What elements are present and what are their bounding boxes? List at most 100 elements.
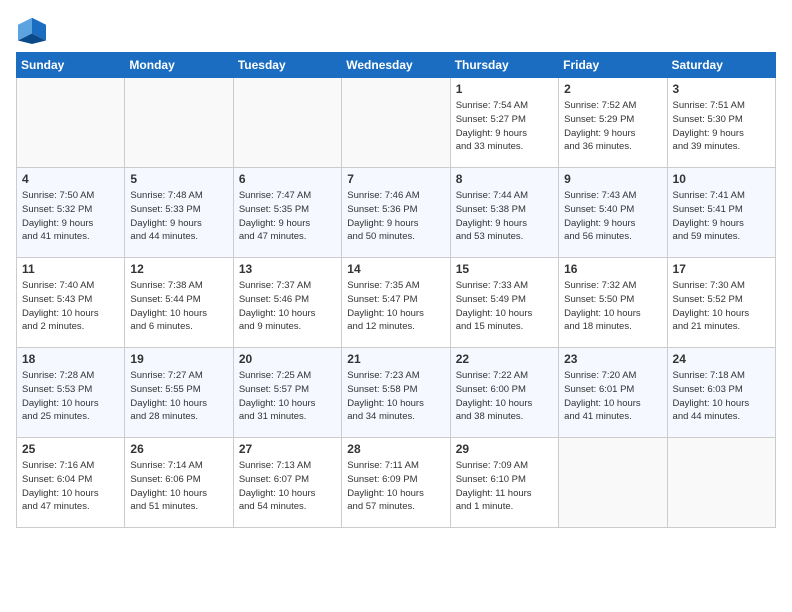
day-number: 12	[130, 262, 227, 276]
day-number: 13	[239, 262, 336, 276]
calendar-cell: 20 Sunrise: 7:25 AM Sunset: 5:57 PM Dayli…	[233, 348, 341, 438]
calendar-week-5: 25 Sunrise: 7:16 AM Sunset: 6:04 PM Dayli…	[17, 438, 776, 528]
day-number: 15	[456, 262, 553, 276]
calendar-cell: 6 Sunrise: 7:47 AM Sunset: 5:35 PM Daylig…	[233, 168, 341, 258]
calendar-cell: 25 Sunrise: 7:16 AM Sunset: 6:04 PM Dayli…	[17, 438, 125, 528]
day-number: 4	[22, 172, 119, 186]
calendar-cell: 19Sunrise: 7:27 AM Sunset: 5:55 PM Dayli…	[125, 348, 233, 438]
calendar-cell: 8 Sunrise: 7:44 AM Sunset: 5:38 PM Daylig…	[450, 168, 558, 258]
weekday-row: SundayMondayTuesdayWednesdayThursdayFrid…	[17, 53, 776, 78]
day-number: 2	[564, 82, 661, 96]
calendar-cell: 4 Sunrise: 7:50 AM Sunset: 5:32 PM Daylig…	[17, 168, 125, 258]
calendar-cell: 11 Sunrise: 7:40 AM Sunset: 5:43 PM Dayli…	[17, 258, 125, 348]
day-number: 7	[347, 172, 444, 186]
calendar-cell	[233, 78, 341, 168]
day-number: 1	[456, 82, 553, 96]
calendar-cell: 12 Sunrise: 7:38 AM Sunset: 5:44 PM Dayli…	[125, 258, 233, 348]
day-number: 9	[564, 172, 661, 186]
calendar-cell: 23 Sunrise: 7:20 AM Sunset: 6:01 PM Dayli…	[559, 348, 667, 438]
day-info: Sunrise: 7:44 AM Sunset: 5:38 PM Dayligh…	[456, 189, 553, 244]
day-number: 20	[239, 352, 336, 366]
day-number: 3	[673, 82, 770, 96]
day-number: 29	[456, 442, 553, 456]
calendar-cell: 3 Sunrise: 7:51 AM Sunset: 5:30 PM Daylig…	[667, 78, 775, 168]
calendar-cell: 2 Sunrise: 7:52 AM Sunset: 5:29 PM Daylig…	[559, 78, 667, 168]
day-info: Sunrise: 7:40 AM Sunset: 5:43 PM Dayligh…	[22, 279, 119, 334]
day-info: Sunrise: 7:37 AM Sunset: 5:46 PM Dayligh…	[239, 279, 336, 334]
calendar-week-3: 11 Sunrise: 7:40 AM Sunset: 5:43 PM Dayli…	[17, 258, 776, 348]
weekday-header-tuesday: Tuesday	[233, 53, 341, 78]
weekday-header-saturday: Saturday	[667, 53, 775, 78]
day-number: 26	[130, 442, 227, 456]
day-number: 21	[347, 352, 444, 366]
day-info: Sunrise: 7:33 AM Sunset: 5:49 PM Dayligh…	[456, 279, 553, 334]
calendar-cell	[342, 78, 450, 168]
calendar-cell: 14Sunrise: 7:35 AM Sunset: 5:47 PM Dayli…	[342, 258, 450, 348]
weekday-header-thursday: Thursday	[450, 53, 558, 78]
day-number: 16	[564, 262, 661, 276]
day-number: 25	[22, 442, 119, 456]
calendar-cell: 15 Sunrise: 7:33 AM Sunset: 5:49 PM Dayli…	[450, 258, 558, 348]
calendar-body: 1Sunrise: 7:54 AM Sunset: 5:27 PM Daylig…	[17, 78, 776, 528]
weekday-header-friday: Friday	[559, 53, 667, 78]
day-number: 19	[130, 352, 227, 366]
day-number: 10	[673, 172, 770, 186]
day-number: 27	[239, 442, 336, 456]
calendar-cell: 24Sunrise: 7:18 AM Sunset: 6:03 PM Dayli…	[667, 348, 775, 438]
calendar-cell	[125, 78, 233, 168]
calendar-cell: 26 Sunrise: 7:14 AM Sunset: 6:06 PM Dayli…	[125, 438, 233, 528]
day-number: 22	[456, 352, 553, 366]
calendar-cell	[667, 438, 775, 528]
calendar-cell: 17 Sunrise: 7:30 AM Sunset: 5:52 PM Dayli…	[667, 258, 775, 348]
day-info: Sunrise: 7:22 AM Sunset: 6:00 PM Dayligh…	[456, 369, 553, 424]
calendar-cell	[17, 78, 125, 168]
day-info: Sunrise: 7:48 AM Sunset: 5:33 PM Dayligh…	[130, 189, 227, 244]
calendar-cell: 13 Sunrise: 7:37 AM Sunset: 5:46 PM Dayli…	[233, 258, 341, 348]
weekday-header-monday: Monday	[125, 53, 233, 78]
calendar-cell: 7 Sunrise: 7:46 AM Sunset: 5:36 PM Daylig…	[342, 168, 450, 258]
calendar-cell: 22 Sunrise: 7:22 AM Sunset: 6:00 PM Dayli…	[450, 348, 558, 438]
day-info: Sunrise: 7:09 AM Sunset: 6:10 PM Dayligh…	[456, 459, 553, 514]
calendar-cell: 29 Sunrise: 7:09 AM Sunset: 6:10 PM Dayli…	[450, 438, 558, 528]
day-info: Sunrise: 7:38 AM Sunset: 5:44 PM Dayligh…	[130, 279, 227, 334]
day-number: 5	[130, 172, 227, 186]
calendar-week-2: 4 Sunrise: 7:50 AM Sunset: 5:32 PM Daylig…	[17, 168, 776, 258]
day-info: Sunrise: 7:13 AM Sunset: 6:07 PM Dayligh…	[239, 459, 336, 514]
page-header	[16, 16, 776, 44]
day-info: Sunrise: 7:46 AM Sunset: 5:36 PM Dayligh…	[347, 189, 444, 244]
day-number: 18	[22, 352, 119, 366]
day-info: Sunrise: 7:52 AM Sunset: 5:29 PM Dayligh…	[564, 99, 661, 154]
day-info: Sunrise: 7:47 AM Sunset: 5:35 PM Dayligh…	[239, 189, 336, 244]
day-info: Sunrise: 7:28 AM Sunset: 5:53 PM Dayligh…	[22, 369, 119, 424]
day-info: Sunrise: 7:50 AM Sunset: 5:32 PM Dayligh…	[22, 189, 119, 244]
calendar-cell: 28Sunrise: 7:11 AM Sunset: 6:09 PM Dayli…	[342, 438, 450, 528]
day-info: Sunrise: 7:43 AM Sunset: 5:40 PM Dayligh…	[564, 189, 661, 244]
calendar-header: SundayMondayTuesdayWednesdayThursdayFrid…	[17, 53, 776, 78]
day-info: Sunrise: 7:51 AM Sunset: 5:30 PM Dayligh…	[673, 99, 770, 154]
day-info: Sunrise: 7:14 AM Sunset: 6:06 PM Dayligh…	[130, 459, 227, 514]
calendar-cell: 27 Sunrise: 7:13 AM Sunset: 6:07 PM Dayli…	[233, 438, 341, 528]
day-number: 23	[564, 352, 661, 366]
day-info: Sunrise: 7:35 AM Sunset: 5:47 PM Dayligh…	[347, 279, 444, 334]
calendar-cell: 18 Sunrise: 7:28 AM Sunset: 5:53 PM Dayli…	[17, 348, 125, 438]
day-number: 11	[22, 262, 119, 276]
calendar-cell: 1Sunrise: 7:54 AM Sunset: 5:27 PM Daylig…	[450, 78, 558, 168]
day-info: Sunrise: 7:18 AM Sunset: 6:03 PM Dayligh…	[673, 369, 770, 424]
calendar-table: SundayMondayTuesdayWednesdayThursdayFrid…	[16, 52, 776, 528]
calendar-cell: 9 Sunrise: 7:43 AM Sunset: 5:40 PM Daylig…	[559, 168, 667, 258]
day-info: Sunrise: 7:23 AM Sunset: 5:58 PM Dayligh…	[347, 369, 444, 424]
logo	[16, 16, 52, 44]
day-info: Sunrise: 7:16 AM Sunset: 6:04 PM Dayligh…	[22, 459, 119, 514]
day-number: 8	[456, 172, 553, 186]
calendar-cell: 10 Sunrise: 7:41 AM Sunset: 5:41 PM Dayli…	[667, 168, 775, 258]
day-info: Sunrise: 7:30 AM Sunset: 5:52 PM Dayligh…	[673, 279, 770, 334]
calendar-cell	[559, 438, 667, 528]
calendar-week-4: 18 Sunrise: 7:28 AM Sunset: 5:53 PM Dayli…	[17, 348, 776, 438]
day-number: 6	[239, 172, 336, 186]
day-info: Sunrise: 7:11 AM Sunset: 6:09 PM Dayligh…	[347, 459, 444, 514]
calendar-cell: 16Sunrise: 7:32 AM Sunset: 5:50 PM Dayli…	[559, 258, 667, 348]
day-info: Sunrise: 7:20 AM Sunset: 6:01 PM Dayligh…	[564, 369, 661, 424]
day-info: Sunrise: 7:41 AM Sunset: 5:41 PM Dayligh…	[673, 189, 770, 244]
day-info: Sunrise: 7:25 AM Sunset: 5:57 PM Dayligh…	[239, 369, 336, 424]
day-number: 17	[673, 262, 770, 276]
